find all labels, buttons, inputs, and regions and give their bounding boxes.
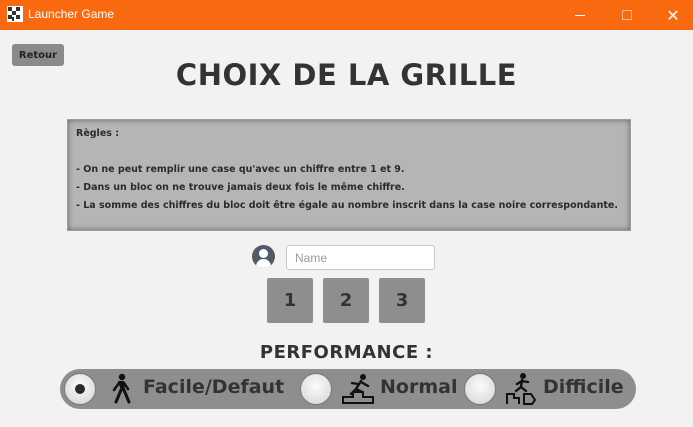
grid-2-button[interactable]: 2 — [323, 278, 369, 323]
user-avatar-icon — [252, 245, 275, 268]
close-icon: ✕ — [666, 5, 680, 25]
app-icon — [7, 6, 23, 22]
minimize-icon — [575, 14, 585, 16]
climbing-icon — [506, 373, 537, 405]
window-titlebar: Launcher Game ✕ — [0, 0, 693, 30]
minimize-button[interactable] — [557, 0, 603, 30]
name-input[interactable] — [286, 245, 435, 270]
radio-facile[interactable] — [64, 373, 96, 405]
page-title: CHOIX DE LA GRILLE — [175, 58, 518, 92]
walking-person-icon — [112, 373, 131, 404]
rule-line: - On ne peut remplir une case qu'avec un… — [76, 164, 405, 175]
radio-difficile[interactable] — [464, 373, 496, 405]
window-title: Launcher Game — [28, 7, 115, 21]
option-label-normal: Normal — [380, 376, 458, 398]
rules-panel: Règles : - On ne peut remplir une case q… — [67, 119, 631, 231]
rules-heading: Règles : — [76, 128, 120, 139]
close-button[interactable]: ✕ — [650, 0, 693, 30]
running-stairs-icon — [342, 374, 374, 404]
performance-title: PERFORMANCE : — [259, 342, 434, 363]
maximize-icon — [622, 10, 632, 20]
radio-normal[interactable] — [300, 373, 332, 405]
option-label-difficile: Difficile — [543, 376, 624, 398]
rule-line: - Dans un bloc on ne trouve jamais deux … — [76, 182, 405, 193]
maximize-button[interactable] — [604, 0, 650, 30]
option-label-facile: Facile/Defaut — [143, 376, 285, 398]
rule-line: - La somme des chiffres du bloc doit êtr… — [76, 200, 618, 211]
rules-spacer — [76, 143, 622, 161]
grid-3-button[interactable]: 3 — [379, 278, 425, 323]
radio-selected-dot — [75, 384, 85, 394]
grid-1-button[interactable]: 1 — [267, 278, 313, 323]
